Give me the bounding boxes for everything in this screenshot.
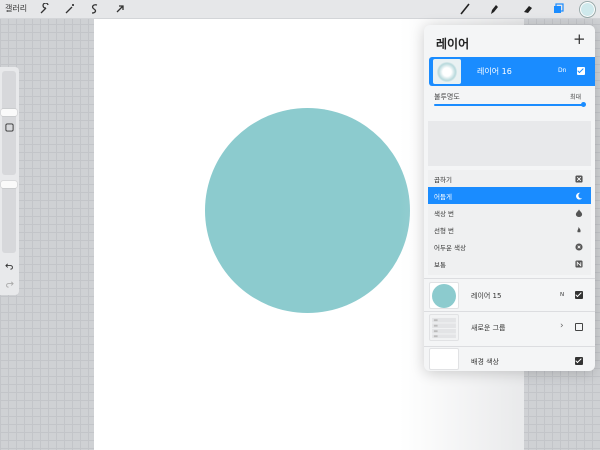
- brush-size-knob[interactable]: [1, 109, 17, 116]
- blend-mode-darker-color[interactable]: 어두운 색상: [428, 238, 591, 255]
- active-layer-thumbnail: [433, 59, 461, 84]
- wrench-icon[interactable]: [38, 2, 52, 16]
- opacity-track[interactable]: [434, 104, 585, 106]
- top-toolbar: 갤러리: [0, 0, 600, 19]
- opacity-label: 불투명도: [434, 93, 460, 101]
- magic-wand-icon[interactable]: [63, 2, 77, 16]
- layer-visibility-checkbox[interactable]: [575, 291, 583, 299]
- layer-row[interactable]: 레이어 15 N: [424, 280, 595, 311]
- layers-panel: 레이어 + 레이어 16 Dn 불투명도 최대 곱하기 어둡게 색상 번 선형 …: [424, 25, 595, 371]
- layer-blend-button[interactable]: N: [560, 292, 564, 298]
- undo-icon[interactable]: [3, 260, 16, 273]
- active-layer-visibility-checkbox[interactable]: [577, 67, 585, 75]
- teal-circle: [205, 108, 410, 313]
- chevron-right-icon[interactable]: ›: [560, 321, 564, 331]
- opacity-slider-knob[interactable]: [581, 102, 586, 107]
- selection-icon[interactable]: [88, 2, 102, 16]
- blend-mode-label: 곱하기: [434, 176, 452, 184]
- moon-icon: [574, 191, 583, 200]
- transform-arrow-icon[interactable]: [113, 2, 127, 16]
- blend-mode-normal[interactable]: 보통: [428, 255, 591, 272]
- layer-thumbnail: [429, 282, 459, 309]
- modify-button[interactable]: [3, 121, 16, 134]
- eraser-icon[interactable]: [521, 2, 535, 16]
- darker-color-icon: [574, 242, 583, 251]
- opacity-slider[interactable]: [2, 183, 16, 253]
- group-thumbnail: [429, 314, 459, 341]
- blend-mode-color-burn[interactable]: 색상 번: [428, 204, 591, 221]
- active-layer-row[interactable]: 레이어 16 Dn: [429, 57, 595, 86]
- group-name: 새로운 그룹: [471, 324, 506, 332]
- linear-burn-icon: [574, 225, 583, 234]
- flame-icon: [574, 208, 583, 217]
- active-layer-name: 레이어 16: [477, 67, 512, 76]
- add-layer-button[interactable]: +: [573, 32, 586, 47]
- background-color-name: 배경 색상: [471, 358, 499, 366]
- redo-icon[interactable]: [3, 278, 16, 291]
- brush-icon[interactable]: [458, 2, 472, 16]
- panel-title: 레이어: [436, 37, 470, 51]
- color-icon[interactable]: [580, 2, 595, 17]
- active-layer-blend-button[interactable]: Dn: [558, 67, 566, 74]
- blend-mode-darken[interactable]: 어둡게: [428, 187, 591, 204]
- background-thumbnail: [429, 348, 459, 370]
- group-visibility-checkbox[interactable]: [575, 323, 583, 331]
- blend-mode-label: 어두운 색상: [434, 244, 466, 252]
- background-color-row[interactable]: 배경 색상: [424, 343, 595, 371]
- divider: [424, 278, 595, 279]
- blend-mode-list: 곱하기 어둡게 색상 번 선형 번 어두운 색상 보통: [428, 170, 591, 275]
- opacity-value: 최대: [570, 94, 582, 101]
- layers-icon[interactable]: [551, 2, 565, 16]
- gallery-button[interactable]: 갤러리: [5, 3, 27, 14]
- blend-mode-label: 어둡게: [434, 193, 452, 201]
- blend-mode-preview[interactable]: [428, 121, 591, 166]
- normal-icon: [574, 259, 583, 268]
- blend-mode-linear-burn[interactable]: 선형 번: [428, 221, 591, 238]
- blend-mode-multiply[interactable]: 곱하기: [428, 170, 591, 187]
- left-sidebar: [0, 67, 19, 295]
- multiply-icon: [574, 174, 583, 183]
- blend-mode-label: 선형 번: [434, 227, 455, 235]
- opacity-knob[interactable]: [1, 181, 17, 188]
- layer-name: 레이어 15: [471, 292, 502, 300]
- group-row[interactable]: 새로운 그룹 ›: [424, 312, 595, 343]
- background-visibility-checkbox[interactable]: [575, 357, 583, 365]
- blend-mode-label: 보통: [434, 261, 446, 269]
- blend-mode-label: 색상 번: [434, 210, 455, 218]
- smudge-icon[interactable]: [487, 2, 501, 16]
